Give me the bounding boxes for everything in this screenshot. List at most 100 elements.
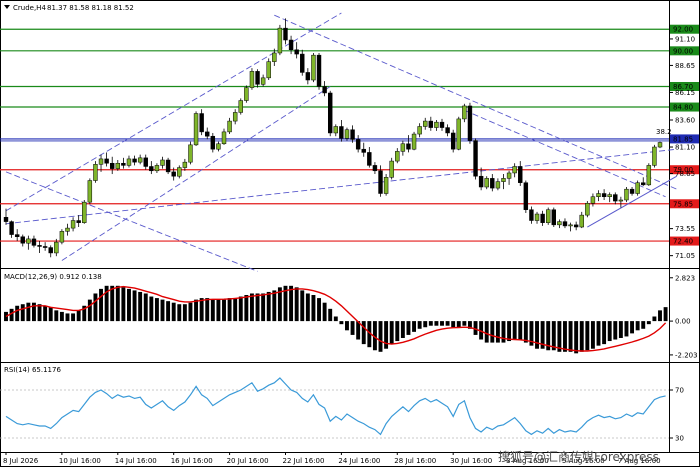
macd-histogram-bar [423, 321, 428, 328]
candle-body [445, 127, 450, 134]
candle-body [423, 120, 428, 127]
candle-body [512, 166, 517, 174]
candle-body [165, 159, 171, 173]
macd-histogram-bar [400, 321, 405, 338]
candle-body [266, 61, 271, 79]
fib-annotation: 38.2 [656, 128, 672, 136]
macd-histogram-bar [294, 287, 299, 322]
candle-body [355, 139, 361, 150]
price-tick-label: 83.60 [675, 117, 695, 125]
trendline [5, 171, 258, 272]
macd-histogram-bar [166, 301, 171, 322]
candle-body [160, 159, 165, 166]
macd-histogram-bar [255, 293, 260, 322]
time-tick-label: 24 Jul 16:00 [338, 457, 380, 465]
macd-histogram-bar [652, 316, 657, 322]
macd-histogram-bar [495, 321, 500, 343]
macd-histogram-bar [149, 296, 154, 322]
candle-body [210, 135, 216, 150]
time-tick-label: 20 Jul 16:00 [227, 457, 269, 465]
price-tick-label: 71.05 [675, 252, 695, 260]
chart-window: Crude,H4 81.37 81.58 81.18 81.52 92.00 90… [0, 0, 700, 467]
outer-frame [0, 0, 700, 467]
candle-body [417, 126, 422, 135]
macd-histogram-bar [618, 321, 623, 338]
candle-body [411, 133, 417, 150]
macd-histogram-bar [512, 321, 517, 340]
macd-tick-label: 0.00 [675, 318, 691, 326]
price-tick-label: 81.10 [675, 144, 695, 152]
macd-histogram-bar [160, 299, 165, 322]
price-tick-label: 91.10 [675, 35, 695, 43]
macd-histogram-bar [138, 291, 143, 322]
macd-histogram-bar [445, 321, 450, 326]
macd-histogram-bar [361, 321, 366, 345]
candle-body [601, 193, 607, 197]
macd-histogram-bar [535, 321, 539, 349]
candle-body [249, 71, 255, 88]
candle-body [400, 143, 406, 152]
candle-body [305, 72, 311, 81]
candle-body [20, 236, 25, 244]
candle-body [495, 181, 501, 189]
macd-histogram-bar [99, 288, 103, 322]
symbol-label: Crude,H4 [13, 4, 46, 12]
candle-body [545, 209, 551, 223]
macd-histogram-bar [451, 321, 456, 328]
candle-body [54, 241, 59, 254]
price-tick-label: 88.65 [675, 62, 695, 70]
price-tick-label: 73.55 [675, 225, 695, 233]
macd-histogram-bar [222, 299, 226, 322]
macd-histogram-bar [48, 307, 53, 322]
macd-histogram-bar [210, 299, 215, 322]
macd-histogram-bar [440, 321, 444, 326]
rsi-tick-label: 70 [675, 387, 684, 395]
candle-body [132, 158, 137, 163]
macd-histogram-bar [249, 293, 254, 322]
candle-body [227, 120, 232, 133]
macd-histogram-bar [216, 299, 221, 322]
candle-body [568, 224, 573, 227]
macd-histogram-bar [328, 308, 333, 322]
macd-histogram-bar [143, 293, 148, 322]
dropdown-triangle-icon[interactable] [4, 5, 10, 9]
candle-body [406, 143, 411, 150]
macd-histogram-bar [658, 310, 662, 322]
candle-body [434, 121, 439, 128]
macd-histogram-bar [289, 285, 294, 322]
candle-body [154, 165, 160, 172]
macd-histogram-bar [311, 295, 316, 322]
macd-histogram-bar [43, 305, 48, 322]
macd-histogram-bar [177, 304, 182, 322]
candle-body [367, 152, 372, 166]
macd-histogram-bar [26, 302, 31, 322]
support-trendline [587, 175, 678, 228]
candle-body [59, 231, 65, 243]
macd-histogram-bar [630, 321, 635, 334]
candle-body [624, 188, 629, 201]
rsi-title: RSI(14) 65.1176 [4, 366, 61, 374]
macd-histogram-bar [194, 299, 199, 322]
candle-body [478, 175, 484, 188]
candle-body [9, 221, 14, 235]
candle-body [523, 182, 529, 210]
time-tick-label: 16 Jul 16:00 [171, 457, 213, 465]
macd-histogram-bar [434, 321, 439, 326]
macd-histogram-bar [563, 321, 567, 352]
macd-histogram-bar [261, 293, 266, 322]
macd-histogram-bar [551, 321, 556, 351]
candle-body [529, 209, 534, 221]
time-tick-label: 30 Jul 16:00 [450, 457, 492, 465]
macd-histogram-bar [9, 308, 14, 322]
candle-body [590, 196, 596, 204]
macd-histogram-bar [574, 321, 579, 354]
candle-body [652, 146, 657, 166]
candle-body [585, 202, 590, 216]
macd-histogram-bar [205, 298, 210, 322]
candle-body [216, 143, 221, 150]
candle-body [171, 171, 176, 177]
rsi-tick-label: 30 [675, 435, 684, 443]
candle-body [490, 178, 495, 189]
level-price-label: 75.85 [673, 200, 693, 208]
time-tick-label: 22 Jul 16:00 [282, 457, 324, 465]
